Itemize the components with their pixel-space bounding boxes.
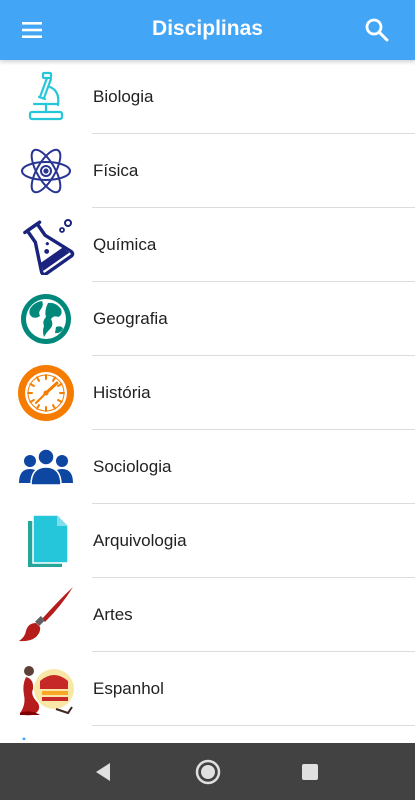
search-icon xyxy=(365,18,389,42)
list-item-fisica[interactable]: Física xyxy=(0,134,415,208)
list-item-espanhol[interactable]: Espanhol xyxy=(0,652,415,726)
home-button[interactable] xyxy=(193,757,223,787)
recents-button[interactable] xyxy=(295,757,325,787)
list-item-label: Sociologia xyxy=(93,457,172,476)
list-item-label: Física xyxy=(93,161,139,180)
system-nav-bar xyxy=(0,743,415,800)
list-item-biologia[interactable]: Biologia xyxy=(0,60,415,134)
page-title: Disciplinas xyxy=(152,17,263,40)
flask-icon xyxy=(16,215,76,277)
list-item-geografia[interactable]: Geografia xyxy=(0,282,415,356)
atom-icon xyxy=(16,141,76,201)
list-item-sociologia[interactable]: Sociologia xyxy=(0,430,415,504)
app-bar: Disciplinas xyxy=(0,0,415,60)
people-icon xyxy=(16,437,76,497)
recents-icon xyxy=(302,764,318,780)
list-item-label: Arquivologia xyxy=(93,531,187,550)
list-item-label: Química xyxy=(93,235,157,254)
list-item-label: História xyxy=(93,383,151,402)
list-item-historia[interactable]: História xyxy=(0,356,415,430)
home-icon xyxy=(195,759,221,785)
back-button[interactable] xyxy=(89,757,119,787)
list-item-artes[interactable]: Artes xyxy=(0,578,415,652)
microscope-icon xyxy=(16,67,76,127)
list-item-quimica[interactable]: Química xyxy=(0,208,415,282)
globe-icon xyxy=(16,289,76,349)
list-item-label: Biologia xyxy=(93,87,154,106)
list-item-label: Geografia xyxy=(93,309,168,328)
flamenco-icon xyxy=(16,659,76,719)
list-item-label: Espanhol xyxy=(93,679,164,698)
subject-list: Biologia Física Química Geografia Histór… xyxy=(0,60,415,740)
list-item-arquivologia[interactable]: Arquivologia xyxy=(0,504,415,578)
search-button[interactable] xyxy=(359,12,395,48)
paintbrush-icon xyxy=(16,585,76,645)
back-icon xyxy=(96,763,110,781)
clock-icon xyxy=(16,363,76,423)
list-item-label: Artes xyxy=(93,605,133,624)
list-item-partial[interactable] xyxy=(0,726,415,740)
documents-icon xyxy=(16,511,76,571)
partial-item-icon xyxy=(16,733,76,740)
